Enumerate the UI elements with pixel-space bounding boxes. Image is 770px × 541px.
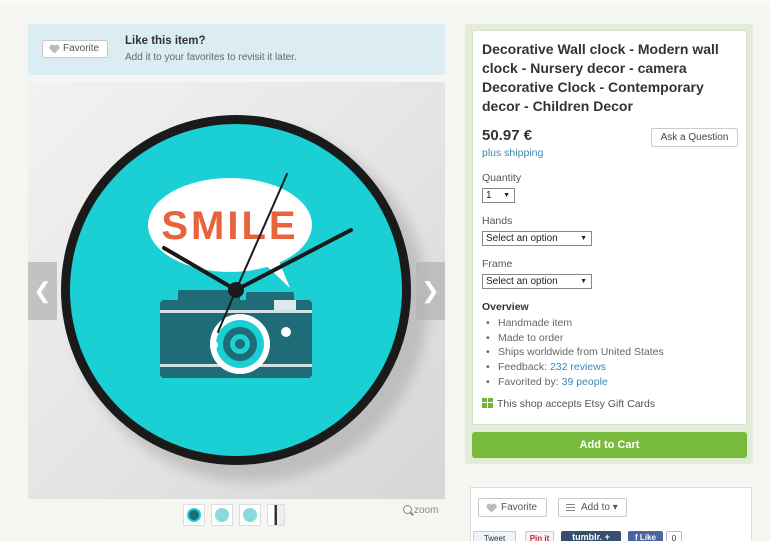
tumblr-button[interactable]: tumblr. + [561, 531, 621, 541]
gift-icon [482, 398, 493, 408]
like-subtitle: Add it to your favorites to revisit it l… [125, 52, 297, 63]
hands-select[interactable]: Select an option ▼ [482, 231, 592, 246]
pinterest-button[interactable]: Pin it [525, 531, 554, 541]
thumbnail-1[interactable] [183, 504, 205, 526]
thumbnail-2[interactable] [211, 504, 233, 526]
list-icon [566, 504, 575, 511]
shipping-link[interactable]: plus shipping [482, 147, 543, 159]
add-to-list-button[interactable]: Add to ▾ [558, 498, 627, 517]
overview-list: Handmade item Made to order Ships worldw… [486, 316, 664, 390]
chevron-down-icon: ▼ [580, 235, 587, 242]
favorited-link[interactable]: 39 people [562, 376, 608, 388]
facebook-like-button[interactable]: f Like [628, 531, 663, 541]
add-to-cart-button[interactable]: Add to Cart [472, 432, 747, 458]
quantity-select[interactable]: 1 ▼ [482, 188, 515, 203]
gift-card-note: This shop accepts Etsy Gift Cards [482, 398, 655, 410]
chevron-down-icon: ▼ [580, 278, 587, 285]
list-item: Ships worldwide from United States [486, 345, 664, 360]
hands-label: Hands [482, 215, 513, 227]
favorite-button-2[interactable]: Favorite [478, 498, 547, 517]
listing-title: Decorative Wall clock - Modern wall cloc… [482, 41, 719, 114]
favorite-button-label: Favorite [63, 43, 100, 54]
sign-text: SMILE [161, 204, 298, 248]
buy-box: Decorative Wall clock - Modern wall cloc… [472, 30, 747, 425]
like-count: 0 [666, 531, 682, 541]
tweet-button[interactable]: Tweet [473, 531, 516, 541]
like-title: Like this item? [125, 35, 206, 47]
price: 50.97 € [482, 127, 533, 144]
like-item-banner: Favorite Like this item? Add it to your … [28, 24, 445, 75]
ask-question-button[interactable]: Ask a Question [651, 128, 738, 147]
thumbnail-4[interactable] [267, 504, 285, 526]
magnifier-icon [403, 505, 412, 514]
frame-label: Frame [482, 258, 513, 270]
heart-icon [49, 44, 60, 54]
favorite-button[interactable]: Favorite [42, 40, 108, 58]
chevron-down-icon: ▼ [503, 192, 510, 199]
top-strip [0, 0, 770, 4]
zoom-label: zoom [414, 505, 439, 516]
list-item: Handmade item [486, 316, 664, 331]
list-item: Feedback: 232 reviews [486, 360, 664, 375]
product-photo[interactable]: SMILE [28, 82, 445, 499]
list-item: Favorited by: 39 people [486, 375, 664, 390]
overview-title: Overview [482, 301, 529, 313]
share-panel: Favorite Add to ▾ Tweet Pin it tumblr. +… [470, 487, 752, 541]
next-image-button[interactable]: ❯ [416, 262, 445, 320]
quantity-label: Quantity [482, 172, 522, 184]
thumbnail-3[interactable] [239, 504, 261, 526]
reviews-link[interactable]: 232 reviews [550, 361, 606, 373]
camera-illustration [160, 290, 312, 378]
list-item: Made to order [486, 331, 664, 346]
frame-select[interactable]: Select an option ▼ [482, 274, 592, 289]
heart-icon [486, 503, 497, 513]
zoom-link[interactable]: zoom [403, 505, 438, 516]
clock-illustration: SMILE [61, 115, 428, 482]
prev-image-button[interactable]: ❮ [28, 262, 57, 320]
